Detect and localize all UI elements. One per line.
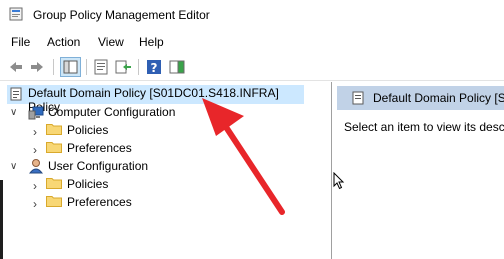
collapsed-chevron-icon[interactable]: › [33,143,37,157]
back-icon[interactable] [7,58,25,76]
svg-text:?: ? [151,61,158,75]
toolbar-separator [138,59,139,75]
menu-file[interactable]: File [11,35,30,49]
computer-policies-node[interactable]: Policies [67,121,108,139]
properties-icon[interactable] [92,58,110,76]
details-placeholder-text: Select an item to view its descr [344,120,504,134]
help-icon[interactable]: ? [145,58,163,76]
annotation-arrow [202,98,285,215]
details-header: Default Domain Policy [S [337,86,504,110]
folder-icon [46,178,62,189]
mouse-cursor-icon [333,172,345,190]
expand-chevron-icon[interactable]: ∨ [10,107,17,118]
computer-preferences-node[interactable]: Preferences [67,139,132,157]
collapsed-chevron-icon[interactable]: › [33,125,37,139]
show-hide-action-pane-icon[interactable] [168,58,186,76]
folder-icon [46,142,62,153]
expand-chevron-icon[interactable]: ∨ [10,161,17,172]
folder-icon [46,124,62,135]
policy-document-icon [352,91,364,105]
details-pane: Default Domain Policy [S Select an item … [333,82,504,259]
user-policies-node[interactable]: Policies [67,175,108,193]
computer-config-icon [28,106,44,120]
title-bar: Group Policy Management Editor [0,0,504,32]
menu-bar: File Action View Help [0,32,504,54]
user-configuration-node[interactable]: User Configuration [48,157,148,175]
window-edge [0,180,3,259]
toolbar-separator [53,59,54,75]
collapsed-chevron-icon[interactable]: › [33,197,37,211]
menu-view[interactable]: View [98,35,124,49]
export-list-icon[interactable] [114,58,132,76]
toolbar: ? [0,54,504,81]
group-policy-app-icon [9,7,23,21]
show-hide-console-tree-icon[interactable] [60,57,81,77]
window-title: Group Policy Management Editor [33,8,210,22]
computer-configuration-node[interactable]: Computer Configuration [48,103,175,121]
folder-icon [46,196,62,207]
details-header-title: Default Domain Policy [S [373,91,504,105]
forward-icon[interactable] [28,58,46,76]
collapsed-chevron-icon[interactable]: › [33,179,37,193]
user-preferences-node[interactable]: Preferences [67,193,132,211]
policy-document-icon [10,87,22,101]
user-config-icon [28,159,44,174]
menu-help[interactable]: Help [139,35,164,49]
menu-action[interactable]: Action [47,35,80,49]
toolbar-separator [86,59,87,75]
